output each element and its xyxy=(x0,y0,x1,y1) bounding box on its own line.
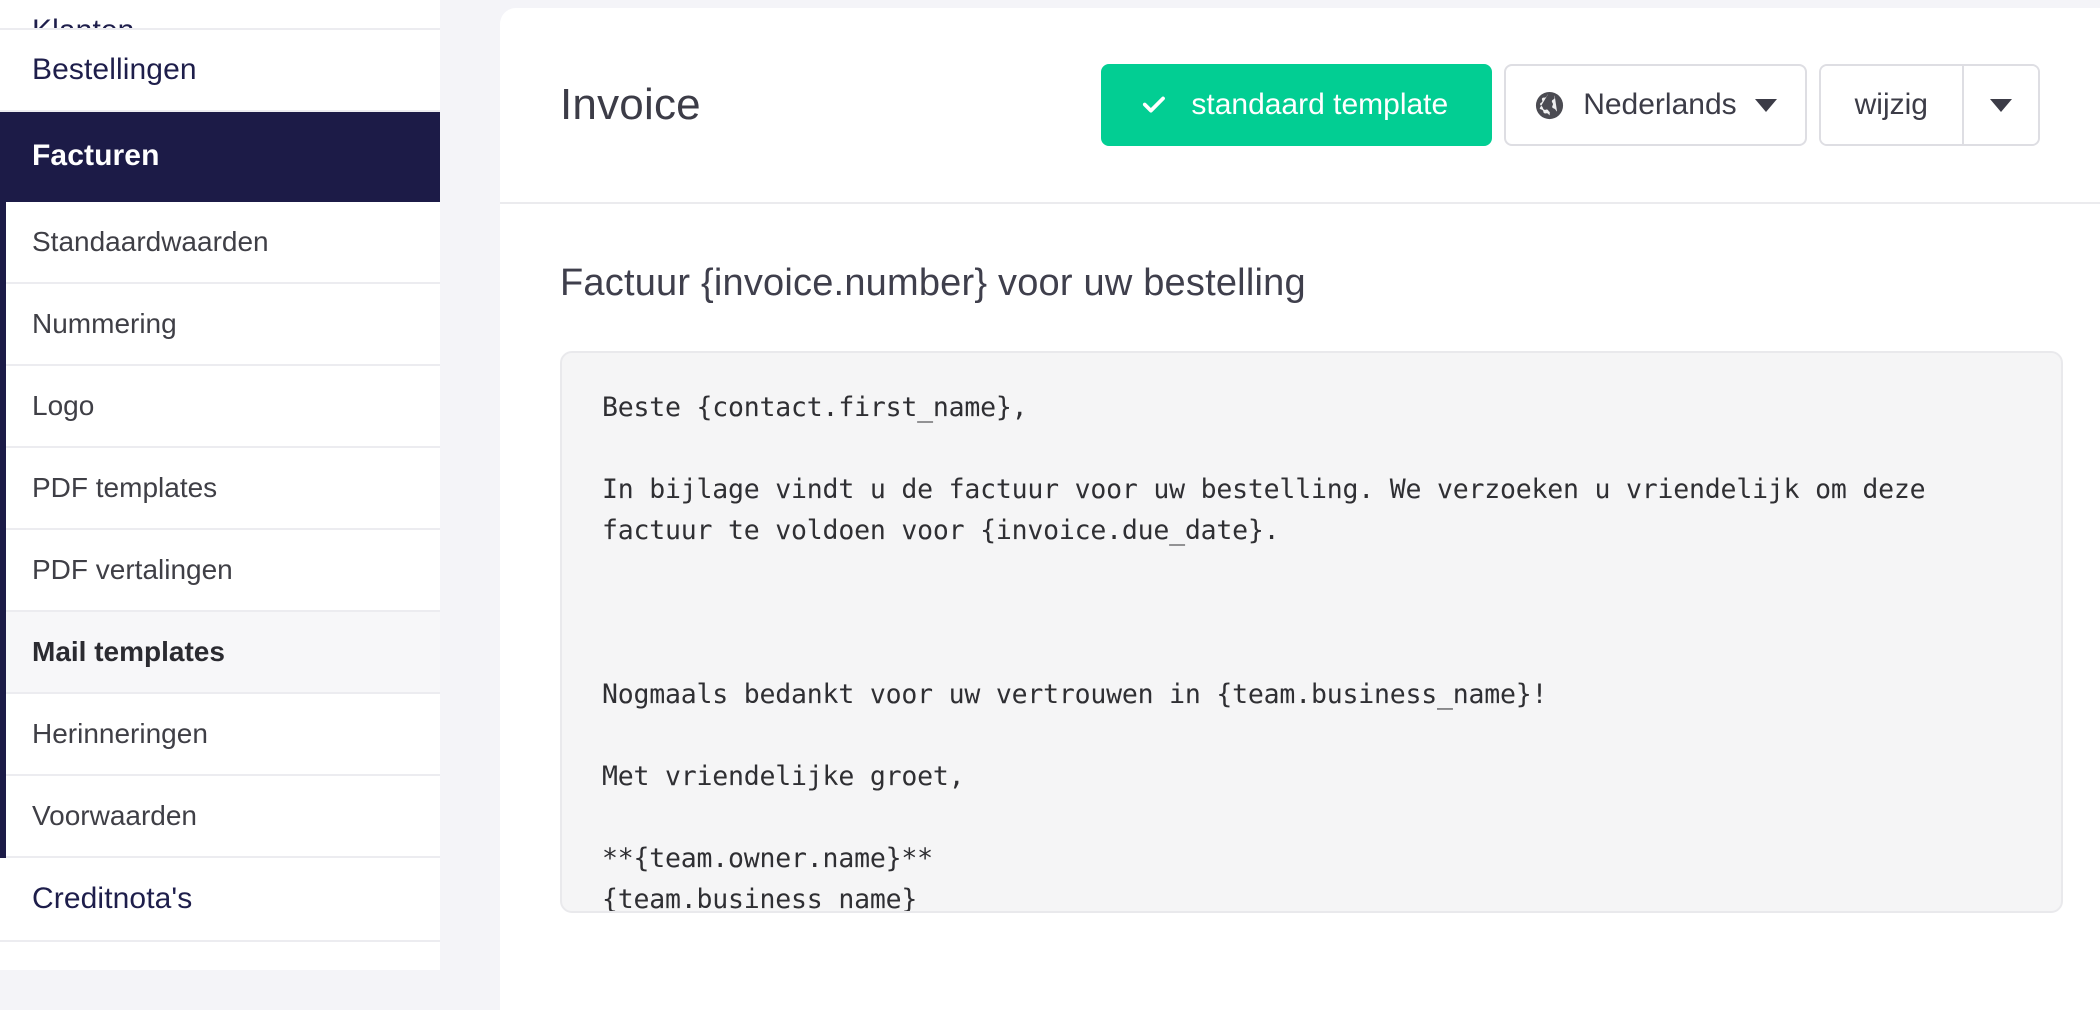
edit-dropdown-toggle[interactable] xyxy=(1962,66,2038,144)
sidebar-item-logo[interactable]: Logo xyxy=(6,366,440,448)
sidebar-item-label: Klanten xyxy=(32,14,134,28)
sidebar-item-clipped-top[interactable]: Klanten xyxy=(0,0,440,30)
sidebar-item-label: Nummering xyxy=(32,308,177,339)
sidebar-item-bestellingen[interactable]: Bestellingen xyxy=(0,30,440,112)
sidebar-item-label: Bestellingen xyxy=(32,53,197,86)
default-template-button-label: standaard template xyxy=(1191,88,1449,121)
sidebar-item-nummering[interactable]: Nummering xyxy=(6,284,440,366)
sidebar-item-label: Facturen xyxy=(32,139,160,172)
page-title: Invoice xyxy=(560,80,701,129)
content-area: Invoice standaard template Nederlands wi… xyxy=(440,0,2100,1010)
default-template-button[interactable]: standaard template xyxy=(1101,64,1493,146)
language-selector-label: Nederlands xyxy=(1583,88,1737,121)
sidebar-item-label: PDF templates xyxy=(32,472,218,503)
sidebar-item-label: Voorwaarden xyxy=(32,800,198,831)
sidebar-nav-list: Klanten Bestellingen Facturen Standaardw… xyxy=(0,0,440,942)
chevron-down-icon xyxy=(1990,98,2012,112)
sidebar-subnav-list: Standaardwaarden Nummering Logo PDF temp… xyxy=(6,202,440,858)
sidebar-item-pdf-vertalingen[interactable]: PDF vertalingen xyxy=(6,530,440,612)
template-subject: Factuur {invoice.number} voor uw bestell… xyxy=(560,262,1306,304)
sidebar-item-standaardwaarden[interactable]: Standaardwaarden xyxy=(6,202,440,284)
sidebar-subgroup-facturen: Standaardwaarden Nummering Logo PDF temp… xyxy=(0,202,440,858)
sidebar: Klanten Bestellingen Facturen Standaardw… xyxy=(0,0,440,970)
app-root: Klanten Bestellingen Facturen Standaardw… xyxy=(0,0,2100,1010)
sidebar-item-pdf-templates[interactable]: PDF templates xyxy=(6,448,440,530)
sidebar-item-mail-templates[interactable]: Mail templates xyxy=(6,612,440,694)
chevron-down-icon xyxy=(1754,98,1777,112)
sidebar-item-label: PDF vertalingen xyxy=(32,554,233,585)
edit-button[interactable]: wijzig xyxy=(1820,66,1962,144)
card-body: Factuur {invoice.number} voor uw bestell… xyxy=(500,204,2100,913)
language-selector-button[interactable]: Nederlands xyxy=(1504,64,1807,146)
template-body-editor[interactable]: Beste {contact.first_name}, In bijlage v… xyxy=(560,351,2063,913)
sidebar-item-label: Mail templates xyxy=(32,636,225,667)
sidebar-item-herinneringen[interactable]: Herinneringen xyxy=(6,694,440,776)
template-editor-card: Invoice standaard template Nederlands wi… xyxy=(500,8,2100,1010)
check-icon xyxy=(1139,90,1169,120)
sidebar-item-label: Creditnota's xyxy=(32,882,193,915)
edit-button-label: wijzig xyxy=(1854,88,1928,121)
card-header: Invoice standaard template Nederlands wi… xyxy=(500,8,2100,204)
sidebar-item-label: Standaardwaarden xyxy=(32,226,269,257)
sidebar-item-label: Herinneringen xyxy=(32,718,208,749)
sidebar-item-label: Logo xyxy=(32,390,95,421)
sidebar-item-creditnotas[interactable]: Creditnota's xyxy=(0,858,440,942)
globe-icon xyxy=(1534,90,1565,121)
edit-split-button: wijzig xyxy=(1818,64,2040,146)
header-actions: standaard template Nederlands wijzig xyxy=(1101,64,2092,146)
sidebar-item-voorwaarden[interactable]: Voorwaarden xyxy=(6,776,440,858)
sidebar-item-facturen[interactable]: Facturen xyxy=(0,112,440,202)
